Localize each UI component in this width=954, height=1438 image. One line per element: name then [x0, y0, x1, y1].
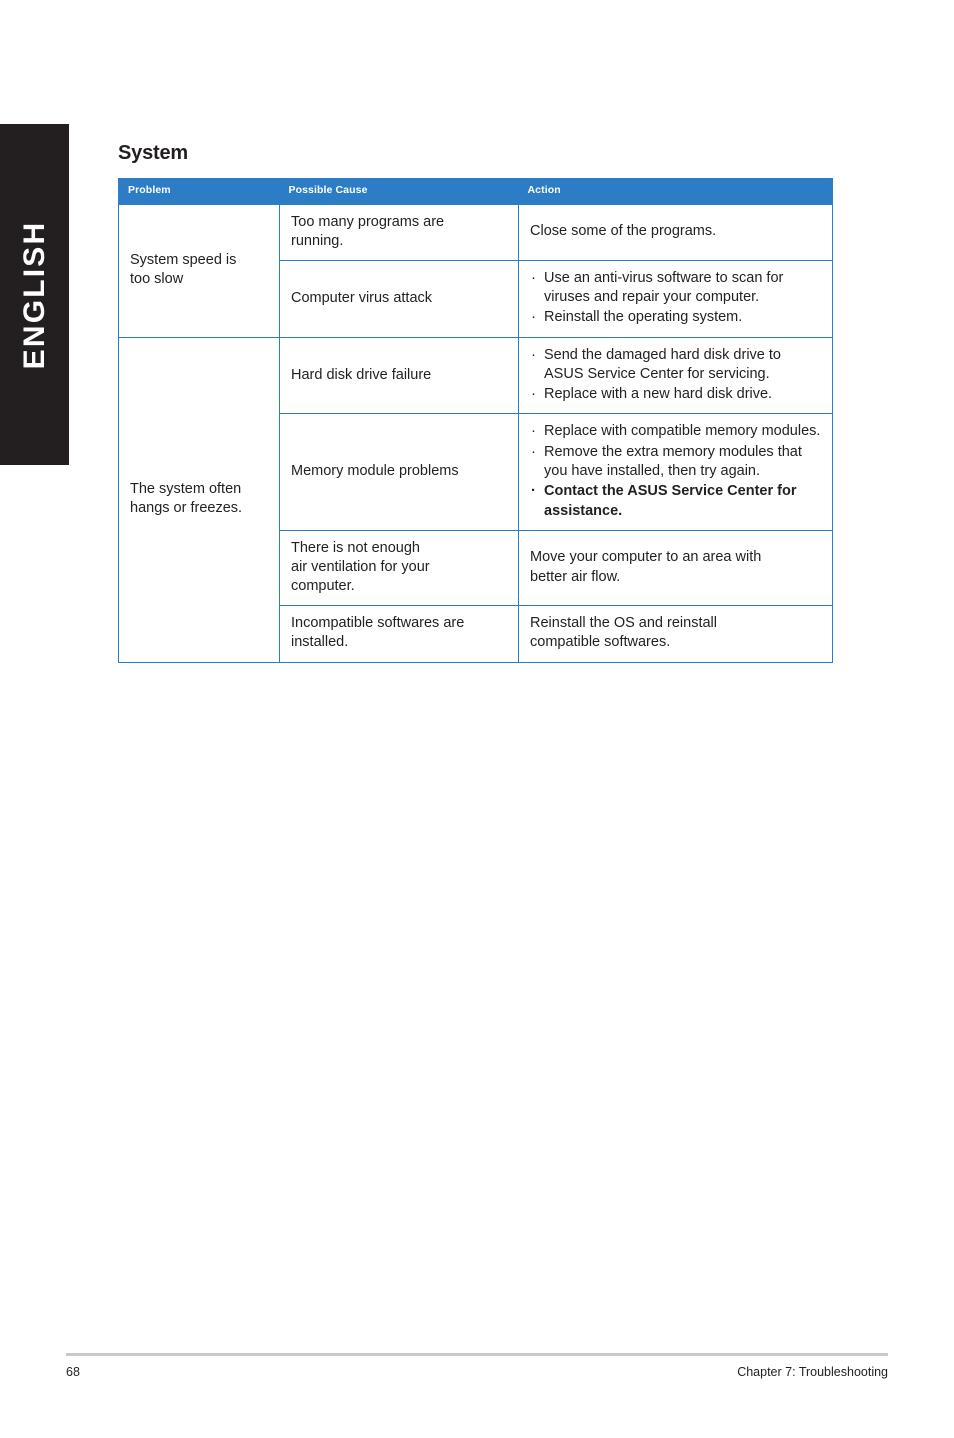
action-line: Close some of the programs.: [530, 223, 717, 240]
cell-problem: The system often hangs or freezes.: [118, 336, 280, 663]
cause-line: Incompatible softwares are: [291, 615, 465, 632]
action-bullet-list: Use an anti-virus software to scan for v…: [530, 268, 822, 328]
cell-action: Send the damaged hard disk drive to ASUS…: [518, 336, 833, 415]
cell-action: Use an anti-virus software to scan for v…: [518, 259, 833, 338]
footer-page-number: 68: [66, 1365, 80, 1379]
cell-possible-cause: Too many programs are running.: [279, 203, 519, 261]
cell-action: Move your computer to an area with bette…: [518, 529, 833, 607]
cell-possible-cause: Memory module problems: [279, 413, 519, 531]
column-header-action: Action: [518, 178, 833, 205]
language-tab: ENGLISH: [0, 124, 69, 465]
cell-possible-cause: Computer virus attack: [279, 259, 519, 338]
cause-line: air ventilation for your: [291, 559, 430, 576]
page-footer: 68 Chapter 7: Troubleshooting: [66, 1365, 888, 1379]
cause-line: There is not enough: [291, 539, 420, 556]
cell-problem: System speed is too slow: [118, 203, 280, 338]
list-item: Remove the extra memory modules that you…: [530, 442, 822, 482]
cell-possible-cause: Hard disk drive failure: [279, 336, 519, 415]
action-line: compatible softwares.: [530, 634, 671, 651]
action-line: Reinstall the OS and reinstall: [530, 615, 717, 632]
cause-line: running.: [291, 232, 344, 249]
cell-action: Replace with compatible memory modules. …: [518, 413, 833, 531]
table-row: The system often hangs or freezes. Hard …: [118, 336, 833, 663]
table-header: Problem Possible Cause Action: [118, 178, 833, 205]
page-content: System Problem Possible Cause Action Sys…: [118, 142, 833, 663]
cell-action: Close some of the programs.: [518, 203, 833, 261]
cause-line: Memory module problems: [291, 463, 459, 480]
problem-line: hangs or freezes.: [130, 500, 243, 517]
list-item: Use an anti-virus software to scan for v…: [530, 268, 822, 308]
footer-chapter-label: Chapter 7: Troubleshooting: [737, 1365, 888, 1379]
column-header-problem: Problem: [118, 178, 280, 205]
cell-action: Reinstall the OS and reinstall compatibl…: [518, 605, 833, 663]
list-item: Reinstall the operating system.: [530, 307, 822, 327]
cause-line: Computer virus attack: [291, 289, 433, 306]
cause-line: Too many programs are: [291, 213, 445, 230]
column-header-possible-cause: Possible Cause: [279, 178, 519, 205]
table-body: System speed is too slow Too many progra…: [118, 203, 833, 663]
table-row: System speed is too slow Too many progra…: [118, 203, 833, 338]
cell-possible-cause: There is not enough air ventilation for …: [279, 529, 519, 607]
action-bullet-list: Send the damaged hard disk drive to ASUS…: [530, 345, 822, 405]
list-item: Contact the ASUS Service Center for assi…: [530, 481, 822, 521]
action-line: Move your computer to an area with: [530, 549, 762, 566]
cause-line: computer.: [291, 578, 355, 595]
list-item: Replace with a new hard disk drive.: [530, 384, 822, 404]
list-item: Send the damaged hard disk drive to ASUS…: [530, 345, 822, 385]
cell-possible-cause: Incompatible softwares are installed.: [279, 605, 519, 663]
problem-line: too slow: [130, 271, 184, 288]
cause-line: installed.: [291, 634, 349, 651]
language-tab-label: ENGLISH: [17, 220, 51, 369]
table-header-row: Problem Possible Cause Action: [118, 178, 833, 205]
action-bullet-list: Replace with compatible memory modules. …: [530, 421, 822, 521]
problem-line: System speed is: [130, 251, 237, 268]
problem-line: The system often: [130, 480, 242, 497]
page-title: System: [118, 142, 188, 164]
footer-divider: [66, 1353, 888, 1356]
action-line: better air flow.: [530, 568, 621, 585]
list-item: Replace with compatible memory modules.: [530, 421, 822, 441]
cause-line: Hard disk drive failure: [291, 366, 432, 383]
troubleshooting-table: Problem Possible Cause Action System spe…: [118, 178, 833, 663]
